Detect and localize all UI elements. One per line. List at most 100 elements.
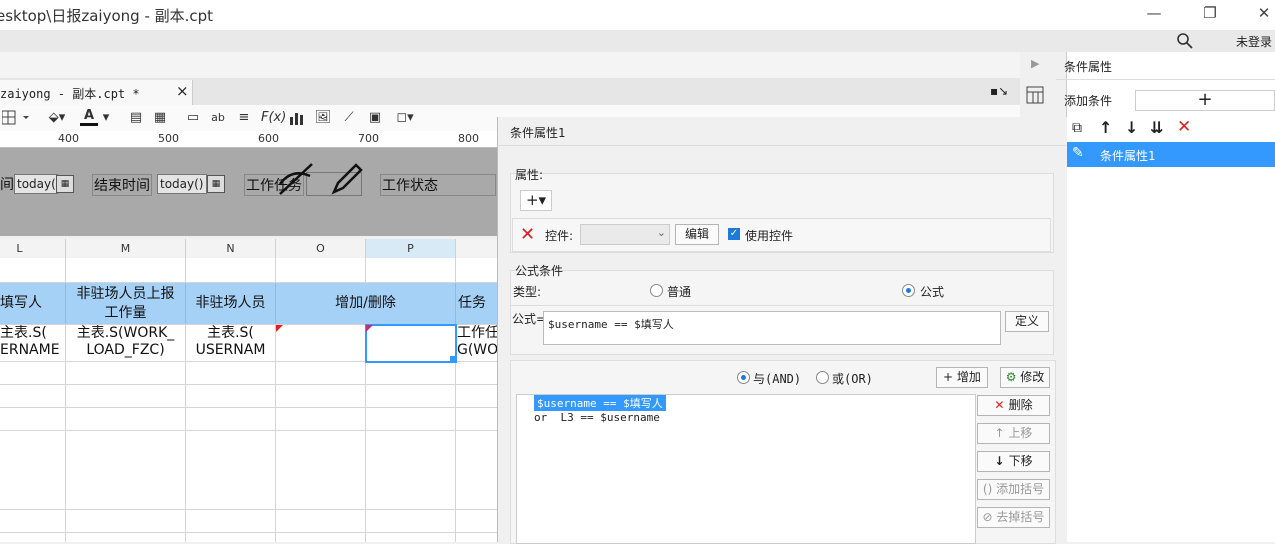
data-cell[interactable]: 主表.S( USERNAM xyxy=(186,325,275,360)
move-up-label: 上移 xyxy=(1008,426,1033,440)
remove-bracket-button[interactable]: ⊘ 去掉括号 xyxy=(977,507,1050,528)
calendar-icon[interactable]: ▦ xyxy=(56,175,74,193)
data-cell[interactable]: 主表.S(WORK_ LOAD_FZC) xyxy=(66,325,185,360)
header-cell[interactable]: 非驻场人员上报 工作量 xyxy=(66,283,186,324)
move-down-button[interactable]: ↓ 下移 xyxy=(977,451,1050,472)
text-icon[interactable]: ab xyxy=(209,109,227,127)
move-bottom-icon[interactable]: ⇊ xyxy=(1150,118,1163,137)
font-color-icon[interactable]: A xyxy=(80,109,98,126)
formula-icon[interactable]: F(x) xyxy=(261,109,286,127)
define-button[interactable]: 定义 xyxy=(1005,311,1049,332)
remove-attribute-icon[interactable]: ✕ xyxy=(520,224,535,245)
ruler-label: 400 xyxy=(58,132,79,145)
grid-line xyxy=(0,407,497,408)
control-select[interactable]: ⌄ xyxy=(580,224,670,245)
grid-line xyxy=(0,509,497,510)
border-icon[interactable] xyxy=(2,110,32,126)
or-label: 或(OR) xyxy=(832,372,873,386)
or-radio[interactable] xyxy=(816,371,829,384)
tab-menu-icon[interactable]: ▪↘ xyxy=(990,84,1008,98)
insert-row-icon[interactable]: ▭ xyxy=(184,109,202,127)
add-condition-button[interactable]: + xyxy=(1135,90,1275,111)
add-bracket-label: 添加括号 xyxy=(996,482,1045,496)
up-arrow-icon: ↑ xyxy=(994,426,1009,440)
minimize-button[interactable]: — xyxy=(1143,4,1165,24)
use-control-label: 使用控件 xyxy=(745,229,794,243)
add-attribute-button[interactable]: +▾ xyxy=(520,190,552,211)
expand-arrow-icon[interactable]: ▶ xyxy=(1031,57,1039,70)
font-color-dropdown-icon[interactable]: ▾ xyxy=(100,109,112,127)
header-cell[interactable]: 填写人 xyxy=(0,283,66,324)
merge-cells-icon[interactable]: ▤ xyxy=(128,109,144,127)
modify-button-label: 修改 xyxy=(1020,370,1045,384)
delete-icon[interactable]: ✕ xyxy=(1177,117,1191,137)
ruler-label: 700 xyxy=(358,132,379,145)
end-time-label: 结束时间 xyxy=(92,174,152,196)
end-time-input[interactable]: today() xyxy=(157,174,207,194)
formula-input[interactable]: $username == $填写人 xyxy=(543,311,1001,345)
divider xyxy=(497,145,1066,146)
copy-icon[interactable]: ⧉ xyxy=(1072,120,1082,136)
cell-marker xyxy=(276,325,283,332)
delete-button[interactable]: ✕ 删除 xyxy=(977,395,1050,416)
close-window-button[interactable]: ✕ xyxy=(1253,4,1275,24)
dialog-title: 条件属性1 xyxy=(510,126,566,140)
grid-line xyxy=(0,430,497,431)
column-header-m[interactable]: M xyxy=(66,239,186,259)
column-header-o[interactable]: O xyxy=(276,239,366,259)
normal-radio[interactable] xyxy=(650,284,663,297)
move-up-icon[interactable]: ↑ xyxy=(1099,118,1112,137)
column-header-p[interactable]: P xyxy=(366,239,456,259)
condition-list-item[interactable]: ✎ 条件属性1 xyxy=(1066,142,1275,167)
use-control-checkbox[interactable]: ✓ xyxy=(728,228,740,240)
search-icon[interactable] xyxy=(1176,32,1194,50)
radio-dot xyxy=(741,375,746,380)
delete-button-label: 删除 xyxy=(1008,398,1033,412)
add-button[interactable]: + 增加 xyxy=(936,367,988,388)
align-icon[interactable]: ≡ xyxy=(235,109,253,127)
column-header-l[interactable]: L xyxy=(0,239,66,259)
cell-attribute-icon[interactable] xyxy=(1026,86,1044,104)
menu-bar: 未登录 xyxy=(0,30,1275,52)
chart-icon[interactable] xyxy=(289,110,305,126)
fill-color-icon[interactable]: ⬙▾ xyxy=(44,109,70,127)
editor-tab[interactable]: zaiyong - 副本.cpt * × xyxy=(0,80,193,105)
header-cell[interactable]: 任务 xyxy=(456,283,500,324)
column-header-q[interactable] xyxy=(456,239,498,259)
subreport-icon[interactable]: ▣ xyxy=(366,109,384,127)
modify-icon: ⚙ xyxy=(1005,370,1021,384)
restore-button[interactable]: ❐ xyxy=(1199,4,1221,24)
condition-list-row[interactable]: or L3 == $username xyxy=(534,411,660,424)
edit-button[interactable]: 编辑 xyxy=(675,224,719,245)
login-status[interactable]: 未登录 xyxy=(1236,33,1272,50)
slash-icon[interactable]: ⟋ xyxy=(340,109,358,127)
image-icon[interactable]: 🖼 xyxy=(314,109,332,127)
modify-button[interactable]: ⚙ 修改 xyxy=(1000,367,1050,388)
start-time-input[interactable]: today( xyxy=(14,174,58,194)
frame-icon[interactable]: ◻▾ xyxy=(392,109,418,127)
tab-close-icon[interactable]: × xyxy=(176,82,189,100)
grid-line xyxy=(0,532,497,533)
selected-cell[interactable] xyxy=(365,324,457,363)
add-bracket-button[interactable]: () 添加括号 xyxy=(977,479,1050,500)
data-cell[interactable]: 工作任 G(WOR xyxy=(457,325,497,360)
and-radio[interactable] xyxy=(737,371,750,384)
calendar-icon[interactable]: ▦ xyxy=(207,175,225,193)
tab-label: zaiyong - 副本.cpt * xyxy=(0,87,140,101)
grid-line xyxy=(0,384,497,385)
condition-list-row[interactable]: $username == $填写人 xyxy=(534,395,666,411)
split-cells-icon[interactable]: ▦ xyxy=(152,109,168,127)
data-cell[interactable]: 主表.S( ERNAME xyxy=(0,325,65,360)
move-down-icon[interactable]: ↓ xyxy=(1125,118,1138,137)
normal-radio-label: 普通 xyxy=(667,285,692,299)
header-cell[interactable]: 增加/删除 xyxy=(276,283,456,324)
panel-title: 条件属性 xyxy=(1064,60,1113,74)
ruler-label: 600 xyxy=(258,132,279,145)
data-cell[interactable] xyxy=(276,325,365,360)
column-header-n[interactable]: N xyxy=(186,239,276,259)
fill-handle[interactable] xyxy=(450,356,455,361)
formula-radio[interactable] xyxy=(902,284,915,297)
header-cell[interactable]: 非驻场人员 xyxy=(186,283,276,324)
move-up-button[interactable]: ↑ 上移 xyxy=(977,423,1050,444)
work-status-label: 工作状态 xyxy=(380,174,496,196)
